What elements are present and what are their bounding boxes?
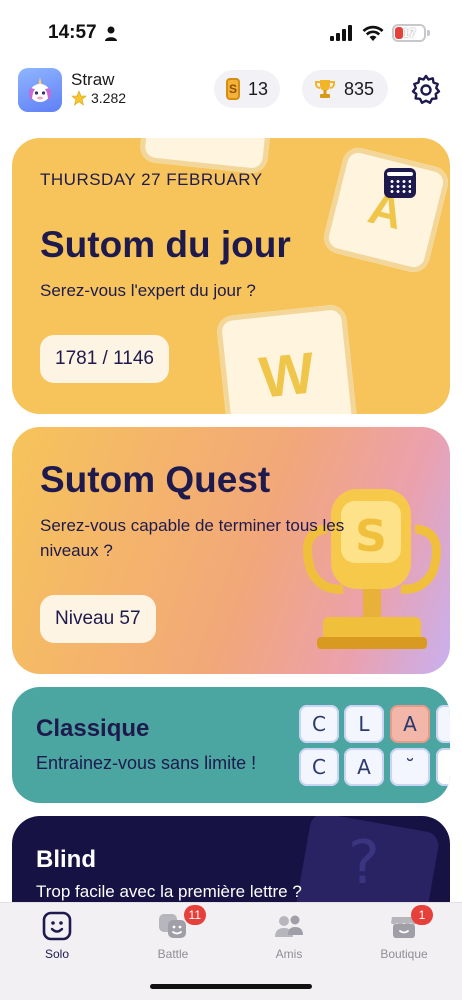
daily-subtitle: Serez-vous l'expert du jour ? bbox=[40, 281, 256, 300]
tab-battle-label: Battle bbox=[157, 947, 189, 961]
wifi-icon bbox=[362, 25, 384, 41]
trophies-counter[interactable]: 835 bbox=[302, 70, 388, 108]
sutom-quest-card[interactable]: S Sutom Quest Serez-vous capable de term… bbox=[12, 427, 450, 674]
star-score: 3.282 bbox=[71, 90, 126, 106]
gear-icon[interactable] bbox=[410, 74, 442, 106]
coin-icon: S bbox=[226, 78, 240, 100]
quest-subtitle: Serez-vous capable de terminer tous les … bbox=[40, 516, 345, 560]
battle-notification-badge: 11 bbox=[183, 905, 206, 925]
smiley-tile-icon bbox=[42, 911, 72, 941]
coins-counter[interactable]: S 13 bbox=[214, 70, 280, 108]
boutique-notification-badge: 1 bbox=[411, 905, 433, 925]
tab-boutique-label: Boutique bbox=[380, 947, 428, 961]
username[interactable]: Straw bbox=[71, 70, 114, 90]
letter-tile-w: W bbox=[215, 303, 359, 414]
battery-icon: 17 bbox=[392, 24, 426, 42]
classique-card[interactable]: Classique Entrainez-vous sans limite ! C… bbox=[12, 687, 450, 803]
classic-title: Classique bbox=[36, 715, 150, 742]
star-icon bbox=[71, 90, 87, 106]
tab-solo-label: Solo bbox=[44, 947, 70, 961]
daily-title: Sutom du jour bbox=[40, 224, 291, 265]
daily-progress-badge: 1781 / 1146 bbox=[40, 335, 169, 383]
tab-amis-label: Amis bbox=[275, 947, 303, 961]
tab-amis[interactable]: Amis bbox=[249, 911, 329, 967]
letter-tile-a: A bbox=[320, 144, 450, 276]
status-time: 14:57 bbox=[48, 22, 97, 43]
battery-level: 17 bbox=[402, 26, 416, 40]
letter-tile: C bbox=[299, 705, 339, 743]
blind-title: Blind bbox=[36, 846, 96, 873]
quest-level-badge: Niveau 57 bbox=[40, 595, 156, 643]
tab-solo[interactable]: Solo bbox=[17, 911, 97, 967]
avatar[interactable] bbox=[18, 68, 62, 112]
letter-tile: C bbox=[299, 748, 339, 786]
cellular-signal-icon bbox=[330, 25, 352, 41]
trophies-value: 835 bbox=[344, 78, 375, 99]
classic-subtitle: Entrainez-vous sans limite ! bbox=[36, 753, 257, 773]
letter-tile: L bbox=[344, 705, 384, 743]
status-bar: 14:57 17 bbox=[0, 0, 462, 60]
daily-date: THURSDAY 27 FEBRUARY bbox=[40, 170, 263, 189]
tab-battle[interactable]: 11 Battle bbox=[133, 905, 213, 967]
letter-tile bbox=[436, 705, 450, 743]
letter-tile-correct: A bbox=[390, 705, 430, 743]
tab-boutique[interactable]: 1 Boutique bbox=[364, 905, 444, 967]
unicorn-icon bbox=[28, 77, 52, 102]
blind-subtitle: Trop facile avec la première lettre ? bbox=[36, 882, 302, 901]
trophy-icon: S bbox=[303, 489, 441, 649]
home-indicator[interactable] bbox=[150, 984, 312, 989]
letter-tile: ˘ bbox=[390, 748, 430, 786]
question-mark-icon: ? bbox=[348, 828, 380, 898]
trophy-icon bbox=[315, 80, 335, 98]
friends-icon bbox=[275, 915, 303, 937]
calendar-icon[interactable] bbox=[384, 168, 416, 198]
quest-title: Sutom Quest bbox=[40, 459, 271, 500]
star-score-value: 3.282 bbox=[91, 90, 127, 106]
coins-value: 13 bbox=[247, 78, 268, 99]
letter-tile bbox=[436, 748, 450, 786]
letter-tile: A bbox=[344, 748, 384, 786]
person-icon bbox=[105, 26, 117, 41]
daily-sutom-card[interactable]: A W THURSDAY 27 FEBRUARY Sutom du jour S… bbox=[12, 138, 450, 414]
